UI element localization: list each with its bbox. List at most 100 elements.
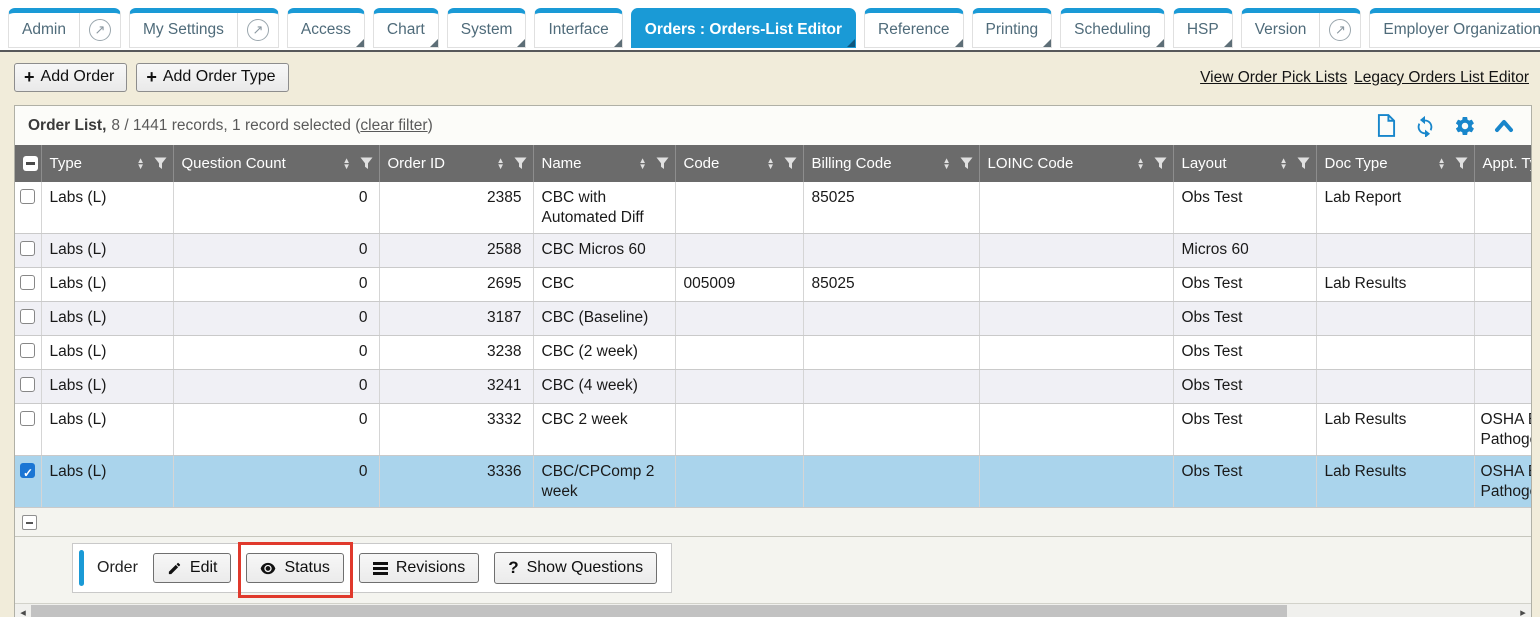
filter-icon[interactable] <box>784 157 797 170</box>
column-header-icons: ▲▼ <box>633 157 669 170</box>
column-label: Billing Code <box>812 155 892 172</box>
submenu-fold-icon <box>356 39 364 47</box>
tab-system[interactable]: System <box>447 8 527 48</box>
row-checkbox[interactable] <box>20 241 35 256</box>
new-file-icon[interactable] <box>1377 114 1396 137</box>
column-header-loinc-code[interactable]: LOINC Code▲▼ <box>979 145 1173 182</box>
cell-loinc-code <box>979 234 1173 268</box>
tab-scheduling[interactable]: Scheduling <box>1060 8 1165 48</box>
cell-doc-type <box>1316 234 1474 268</box>
column-header-icons: ▲▼ <box>131 157 167 170</box>
filter-icon[interactable] <box>656 157 669 170</box>
table-row[interactable]: Labs (L)03332CBC 2 weekObs TestLab Resul… <box>15 404 1531 456</box>
tab-orders-orders-list-editor[interactable]: Orders : Orders-List Editor <box>631 8 856 48</box>
row-checkbox[interactable] <box>20 463 35 478</box>
checkbox-cell <box>15 234 41 268</box>
table-row[interactable]: Labs (L)02588CBC Micros 60Micros 60 <box>15 234 1531 268</box>
tab-my-settings[interactable]: My Settings↗ <box>129 8 279 48</box>
external-link-segment[interactable]: ↗ <box>1319 13 1360 47</box>
show-questions-label: Show Questions <box>527 559 644 577</box>
cell-layout: Obs Test <box>1173 404 1316 456</box>
add-order-type-button[interactable]: + Add Order Type <box>136 63 288 92</box>
select-all-header[interactable] <box>15 145 41 182</box>
sort-icon[interactable]: ▲▼ <box>767 158 775 170</box>
column-header-type[interactable]: Type▲▼ <box>41 145 173 182</box>
tab-admin[interactable]: Admin↗ <box>8 8 121 48</box>
horizontal-scrollbar[interactable]: ◂ ▸ <box>15 603 1531 617</box>
filter-icon[interactable] <box>1297 157 1310 170</box>
table-row[interactable]: Labs (L)03187CBC (Baseline)Obs Test <box>15 302 1531 336</box>
submenu-fold-icon <box>1043 39 1051 47</box>
filter-icon[interactable] <box>1455 157 1468 170</box>
filter-icon[interactable] <box>1154 157 1167 170</box>
sort-icon[interactable]: ▲▼ <box>343 158 351 170</box>
records-summary: 8 / 1441 records, 1 record selected (cle… <box>111 117 432 135</box>
legacy-orders-list-editor-link[interactable]: Legacy Orders List Editor <box>1354 69 1529 87</box>
tab-access[interactable]: Access <box>287 8 365 48</box>
cell-billing-code <box>803 336 979 370</box>
select-all-checkbox[interactable] <box>23 156 38 171</box>
tab-label: Chart <box>374 13 438 47</box>
cell-layout: Obs Test <box>1173 302 1316 336</box>
table-row[interactable]: Labs (L)02695CBC00500985025Obs TestLab R… <box>15 268 1531 302</box>
collapse-panel-icon[interactable] <box>1494 118 1514 133</box>
collapse-detail-icon[interactable] <box>22 515 37 530</box>
gear-icon[interactable] <box>1454 115 1476 137</box>
status-button[interactable]: Status <box>246 553 343 583</box>
edit-label: Edit <box>190 559 218 577</box>
row-checkbox[interactable] <box>20 309 35 324</box>
tab-interface[interactable]: Interface <box>534 8 622 48</box>
row-checkbox[interactable] <box>20 275 35 290</box>
tab-version[interactable]: Version↗ <box>1241 8 1362 48</box>
column-header-billing-code[interactable]: Billing Code ▲▼ <box>803 145 979 182</box>
tab-printing[interactable]: Printing <box>972 8 1053 48</box>
filter-icon[interactable] <box>960 157 973 170</box>
view-order-pick-lists-link[interactable]: View Order Pick Lists <box>1200 69 1347 87</box>
column-header-name[interactable]: Name ▲▼ <box>533 145 675 182</box>
column-header-appt-ty[interactable]: Appt. Ty <box>1474 145 1531 182</box>
row-checkbox[interactable] <box>20 411 35 426</box>
refresh-icon[interactable] <box>1414 115 1436 137</box>
scroll-left-arrow[interactable]: ◂ <box>16 604 30 617</box>
sort-icon[interactable]: ▲▼ <box>497 158 505 170</box>
row-checkbox[interactable] <box>20 189 35 204</box>
sort-icon[interactable]: ▲▼ <box>639 158 647 170</box>
sort-icon[interactable]: ▲▼ <box>1280 158 1288 170</box>
column-header-doc-type[interactable]: Doc Type▲▼ <box>1316 145 1474 182</box>
revisions-button[interactable]: Revisions <box>359 553 479 583</box>
table-row[interactable]: Labs (L)03336CBC/CPComp 2 weekObs TestLa… <box>15 456 1531 508</box>
sort-icon[interactable]: ▲▼ <box>1137 158 1145 170</box>
clear-filter-link[interactable]: clear filter <box>360 117 427 134</box>
external-link-icon: ↗ <box>89 19 111 41</box>
column-header-layout[interactable]: Layout▲▼ <box>1173 145 1316 182</box>
table-row[interactable]: Labs (L)02385CBC with Automated Diff8502… <box>15 182 1531 234</box>
column-label: Name <box>542 155 582 172</box>
filter-icon[interactable] <box>154 157 167 170</box>
scroll-right-arrow[interactable]: ▸ <box>1516 604 1530 617</box>
column-header-icons: ▲▼ <box>491 157 527 170</box>
filter-icon[interactable] <box>360 157 373 170</box>
tab-reference[interactable]: Reference <box>864 8 964 48</box>
column-header-question-count[interactable]: Question Count▲▼ <box>173 145 379 182</box>
tab-employer-organizations[interactable]: Employer Organizations↗ <box>1369 8 1540 48</box>
filter-icon[interactable] <box>514 157 527 170</box>
cell-name: CBC Micros 60 <box>533 234 675 268</box>
tab-chart[interactable]: Chart <box>373 8 439 48</box>
external-link-segment[interactable]: ↗ <box>79 13 120 47</box>
edit-button[interactable]: Edit <box>153 553 232 583</box>
add-order-button[interactable]: + Add Order <box>14 63 127 92</box>
show-questions-button[interactable]: ? Show Questions <box>494 552 657 584</box>
table-row[interactable]: Labs (L)03241CBC (4 week)Obs Test <box>15 370 1531 404</box>
table-row[interactable]: Labs (L)03238CBC (2 week)Obs Test <box>15 336 1531 370</box>
sort-icon[interactable]: ▲▼ <box>943 158 951 170</box>
cell-loinc-code <box>979 182 1173 234</box>
scrollbar-thumb[interactable] <box>31 605 1287 617</box>
sort-icon[interactable]: ▲▼ <box>1438 158 1446 170</box>
column-header-order-id[interactable]: Order ID▲▼ <box>379 145 533 182</box>
tab-hsp[interactable]: HSP <box>1173 8 1233 48</box>
row-checkbox[interactable] <box>20 377 35 392</box>
row-checkbox[interactable] <box>20 343 35 358</box>
column-header-code[interactable]: Code▲▼ <box>675 145 803 182</box>
sort-icon[interactable]: ▲▼ <box>137 158 145 170</box>
external-link-segment[interactable]: ↗ <box>237 13 278 47</box>
